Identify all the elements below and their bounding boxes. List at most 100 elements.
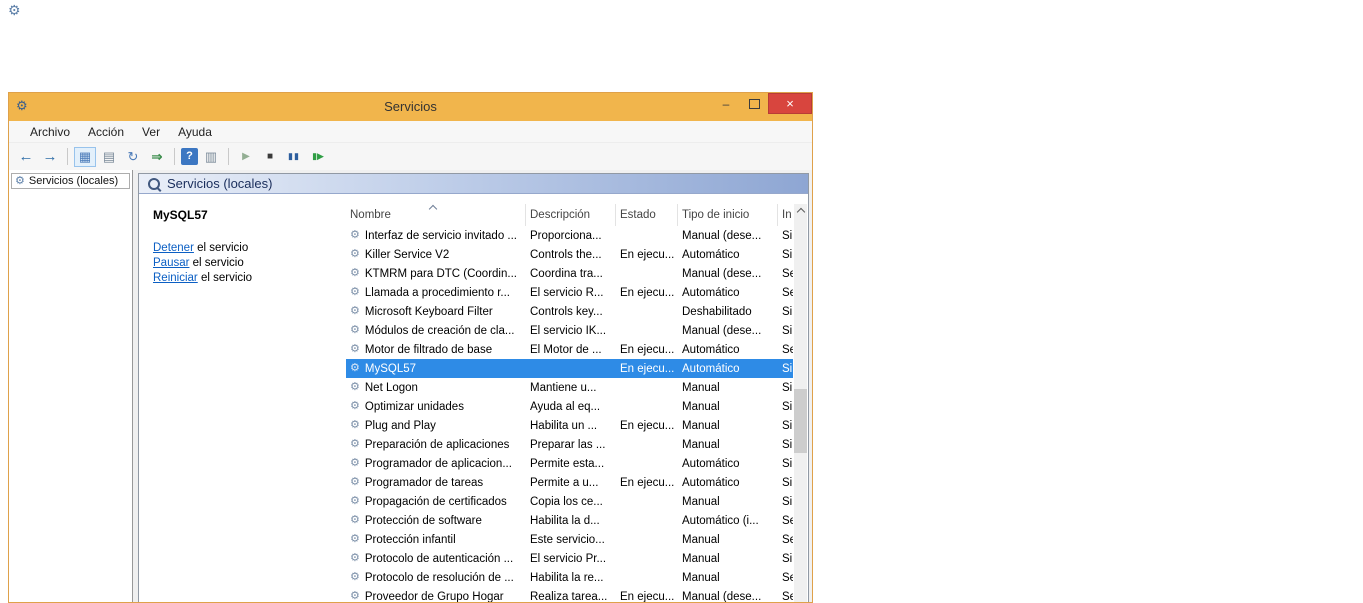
service-gear-icon: ⚙ <box>350 325 360 336</box>
service-row[interactable]: ⚙Motor de filtrado de baseEl Motor de ..… <box>346 340 793 359</box>
service-logon-cell: Si <box>778 439 793 451</box>
service-row[interactable]: ⚙Protocolo de resolución de ...Habilita … <box>346 568 793 587</box>
service-description-cell: Mantiene u... <box>526 382 616 394</box>
action-suffix: el servicio <box>194 242 248 254</box>
scrollbar-up-button[interactable] <box>794 204 807 218</box>
service-logon-cell: Si <box>778 306 793 318</box>
column-header-label: Tipo de inicio <box>682 209 749 221</box>
service-row[interactable]: ⚙Microsoft Keyboard FilterControls key..… <box>346 302 793 321</box>
service-gear-icon: ⚙ <box>350 534 360 545</box>
menu-item-accion[interactable]: Acción <box>79 123 133 141</box>
column-header-estado[interactable]: Estado <box>616 204 678 226</box>
tree-item-servicios-locales[interactable]: ⚙ Servicios (locales) <box>11 173 130 189</box>
service-name: Programador de tareas <box>365 477 483 489</box>
titlebar[interactable]: ⚙ Servicios – × <box>9 93 812 121</box>
service-startup-type-cell: Automático (i... <box>678 515 778 527</box>
service-row[interactable]: ⚙Módulos de creación de cla...El servici… <box>346 321 793 340</box>
maximize-button[interactable] <box>740 93 768 114</box>
service-row[interactable]: ⚙Llamada a procedimiento r...El servicio… <box>346 283 793 302</box>
reiniciar-service-link[interactable]: Reiniciar <box>153 272 198 284</box>
service-name-cell: ⚙Protección de software <box>346 515 526 527</box>
selected-service-title: MySQL57 <box>153 208 345 222</box>
service-row[interactable]: ⚙Plug and PlayHabilita un ...En ejecu...… <box>346 416 793 435</box>
pane-header-title: Servicios (locales) <box>167 176 272 191</box>
forward-button[interactable]: → <box>39 147 61 167</box>
column-header-nombre[interactable]: Nombre <box>346 204 526 226</box>
service-name: Net Logon <box>365 382 418 394</box>
service-startup-type-cell: Automático <box>678 458 778 470</box>
properties-button[interactable]: ▤ <box>98 147 120 167</box>
services-window: ⚙ Servicios – × ArchivoAcciónVerAyuda ←→… <box>8 92 813 603</box>
show-console-tree-button[interactable]: ▦ <box>74 147 96 167</box>
service-description-cell: El servicio IK... <box>526 325 616 337</box>
service-gear-icon: ⚙ <box>350 515 360 526</box>
export-list-button[interactable]: ⇒ <box>146 147 168 167</box>
menu-item-archivo[interactable]: Archivo <box>21 123 79 141</box>
extended-view-button[interactable]: ▥ <box>200 147 222 167</box>
chevron-up-icon <box>796 208 804 216</box>
service-name-cell: ⚙Motor de filtrado de base <box>346 344 526 356</box>
toolbar-separator <box>67 148 68 165</box>
pausar-service-link[interactable]: Pausar <box>153 257 189 269</box>
service-gear-icon: ⚙ <box>350 458 360 469</box>
service-status-cell: En ejecu... <box>616 344 678 356</box>
service-logon-cell: Se <box>778 534 793 546</box>
service-row[interactable]: ⚙Programador de aplicacion...Permite est… <box>346 454 793 473</box>
menu-item-ver[interactable]: Ver <box>133 123 169 141</box>
service-name: Llamada a procedimiento r... <box>365 287 510 299</box>
service-row[interactable]: ⚙Proveedor de Grupo HogarRealiza tarea..… <box>346 587 793 602</box>
service-row[interactable]: ⚙Protección de softwareHabilita la d...A… <box>346 511 793 530</box>
vertical-scrollbar[interactable] <box>794 204 807 602</box>
column-header-inicio-sesion[interactable]: In <box>778 204 793 226</box>
service-action-line: Detener el servicio <box>153 241 345 256</box>
service-startup-type-cell: Manual <box>678 420 778 432</box>
services-rows: ⚙Interfaz de servicio invitado ...Propor… <box>346 226 793 602</box>
service-row[interactable]: ⚙Interfaz de servicio invitado ...Propor… <box>346 226 793 245</box>
scrollbar-thumb[interactable] <box>794 389 807 453</box>
service-row[interactable]: ⚙Propagación de certificadosCopia los ce… <box>346 492 793 511</box>
service-gear-icon: ⚙ <box>350 439 360 450</box>
service-startup-type-cell: Manual <box>678 572 778 584</box>
service-gear-icon: ⚙ <box>350 344 360 355</box>
service-logon-cell: Si <box>778 363 793 375</box>
service-row[interactable]: ⚙Preparación de aplicacionesPreparar las… <box>346 435 793 454</box>
service-row[interactable]: ⚙Killer Service V2Controls the...En ejec… <box>346 245 793 264</box>
service-description-cell: Preparar las ... <box>526 439 616 451</box>
service-row[interactable]: ⚙Protocolo de autenticación ...El servic… <box>346 549 793 568</box>
window-title: Servicios <box>9 99 812 114</box>
service-name-cell: ⚙Proveedor de Grupo Hogar <box>346 591 526 603</box>
service-gear-icon: ⚙ <box>350 553 360 564</box>
service-logon-cell: Si <box>778 553 793 565</box>
service-row[interactable]: ⚙Protección infantilEste servicio...Manu… <box>346 530 793 549</box>
pause-service-button[interactable]: ▮▮ <box>283 147 305 167</box>
service-name: Protocolo de autenticación ... <box>365 553 513 565</box>
service-name-cell: ⚙Plug and Play <box>346 420 526 432</box>
menu-item-ayuda[interactable]: Ayuda <box>169 123 221 141</box>
service-logon-cell: Se <box>778 268 793 280</box>
services-table-header: Nombre Descripción Estado Tipo de inicio… <box>346 204 793 227</box>
service-description-cell: Ayuda al eq... <box>526 401 616 413</box>
help-button[interactable]: ? <box>181 148 198 165</box>
magnifier-icon <box>148 178 160 190</box>
service-row[interactable]: ⚙KTMRM para DTC (Coordin...Coordina tra.… <box>346 264 793 283</box>
back-button[interactable]: ← <box>15 147 37 167</box>
service-startup-type-cell: Automático <box>678 363 778 375</box>
service-row[interactable]: ⚙Programador de tareasPermite a u...En e… <box>346 473 793 492</box>
service-startup-type-cell: Automático <box>678 477 778 489</box>
start-service-button[interactable]: ▶ <box>235 147 257 167</box>
service-logon-cell: Si <box>778 230 793 242</box>
service-name: MySQL57 <box>365 363 416 375</box>
minimize-button[interactable]: – <box>712 93 740 114</box>
refresh-button[interactable]: ↻ <box>122 147 144 167</box>
service-status-cell: En ejecu... <box>616 477 678 489</box>
close-button[interactable]: × <box>768 93 812 114</box>
restart-service-button[interactable]: ▮▶ <box>307 147 329 167</box>
column-header-tipo-de-inicio[interactable]: Tipo de inicio <box>678 204 778 226</box>
service-row[interactable]: ⚙MySQL57En ejecu...AutomáticoSi <box>346 359 793 378</box>
detener-service-link[interactable]: Detener <box>153 242 194 254</box>
stop-service-button[interactable]: ■ <box>259 147 281 167</box>
console-tree-pane: ⚙ Servicios (locales) <box>9 170 133 602</box>
service-row[interactable]: ⚙Optimizar unidadesAyuda al eq...ManualS… <box>346 397 793 416</box>
service-row[interactable]: ⚙Net LogonMantiene u...ManualSi <box>346 378 793 397</box>
column-header-descripcion[interactable]: Descripción <box>526 204 616 226</box>
